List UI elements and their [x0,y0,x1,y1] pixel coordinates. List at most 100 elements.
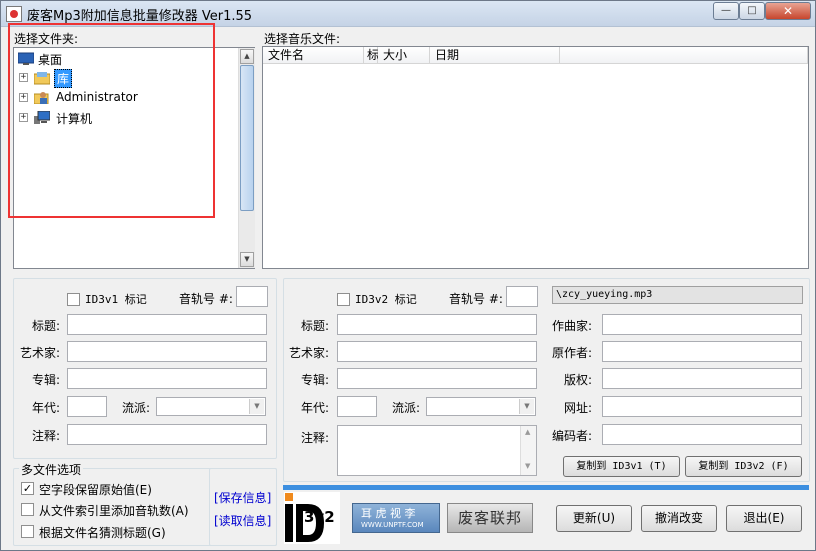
scroll-up-arrow-icon[interactable]: ▲ [525,428,530,436]
brand-logo-1-title: 耳 虎 视 李 [361,507,416,520]
scroll-down-arrow-icon[interactable]: ▼ [240,252,254,267]
id3v1-genre-select[interactable]: ▼ [156,397,266,416]
read-info-link[interactable]: [读取信息] [214,512,271,529]
guess-title-checkbox[interactable] [21,525,34,538]
id3v2-comment-textarea[interactable]: ▲ ▼ [337,425,537,476]
scroll-thumb[interactable] [240,65,254,211]
column-header-filler [560,47,808,64]
scroll-down-arrow-icon[interactable]: ▼ [525,462,530,470]
id3v1-artist-label: 艺术家: [20,346,61,360]
save-info-link[interactable]: [保存信息] [214,489,271,506]
column-header-tag[interactable]: 标 [364,47,379,64]
current-filename-display: \zcy_yueying.mp3 [552,286,803,304]
id3v1-checkbox[interactable] [67,293,80,306]
id3v1-genre-label: 流派: [122,401,151,415]
app-icon [6,6,22,22]
brand-logo-1-url: WWW.UNPTF.COM [361,521,424,529]
id3v2-track-input[interactable] [506,286,538,307]
copyright-label: 版权: [564,373,593,387]
composer-input[interactable] [602,314,802,335]
desktop-icon [18,52,34,65]
music-panel-label: 选择音乐文件: [264,32,341,46]
composer-label: 作曲家: [552,319,593,333]
brand-logo-1: 耳 虎 视 李 WWW.UNPTF.COM [352,503,440,533]
url-label: 网址: [564,401,593,415]
id3v1-album-input[interactable] [67,368,267,389]
keep-original-label: 空字段保留原始值(E) [39,483,152,497]
id3v2-title-input[interactable] [337,314,537,335]
orig-artist-input[interactable] [602,341,802,362]
id3v2-checkbox-label: ID3v2 标记 [355,293,417,306]
id3v2-artist-label: 艺术家: [289,346,330,360]
tree-item-label: Administrator [56,90,138,104]
id3v2-genre-label: 流派: [392,401,421,415]
brand-logo-2: 废客联邦 [447,503,533,533]
column-header-date[interactable]: 日期 [430,47,560,64]
copy-to-id3v1-button[interactable]: 复制到 ID3v1 (T) [563,456,680,477]
id3v1-album-label: 专辑: [32,373,61,387]
expand-icon[interactable]: + [19,73,28,82]
undo-changes-button[interactable]: 撤消改变 [641,505,717,532]
id3v2-logo: 3v2 [284,492,340,544]
computer-icon [34,111,50,124]
copy-to-id3v2-button[interactable]: 复制到 ID3v2 (F) [685,456,802,477]
orig-artist-label: 原作者: [552,346,593,360]
scroll-up-arrow-icon[interactable]: ▲ [240,49,254,64]
expand-icon[interactable]: + [19,93,28,102]
chevron-down-icon[interactable]: ▼ [249,399,264,414]
id3v2-year-label: 年代: [301,401,330,415]
id3v2-album-input[interactable] [337,368,537,389]
guess-title-label: 根据文件名猜测标题(G) [39,526,166,540]
id3v2-album-label: 专辑: [301,373,330,387]
id3v2-comment-label: 注释: [301,431,330,445]
tree-item-label: 桌面 [38,53,63,67]
id3v1-title-input[interactable] [67,314,267,335]
id3v2-genre-select[interactable]: ▼ [426,397,536,416]
comment-scrollbar[interactable]: ▲ ▼ [520,426,536,475]
id3v1-track-input[interactable] [236,286,268,307]
column-header-size[interactable]: 大小 [378,47,430,64]
multi-file-legend: 多文件选项 [19,461,84,478]
id3v1-year-label: 年代: [32,401,61,415]
exit-button[interactable]: 退出(E) [726,505,802,532]
tree-item-label: 库 [54,69,73,88]
encoder-input[interactable] [602,424,802,445]
tree-item-label: 计算机 [56,112,93,126]
id3v1-artist-input[interactable] [67,341,267,362]
close-button[interactable]: ✕ [765,2,811,20]
encoder-label: 编码者: [552,429,593,443]
id3v1-comment-input[interactable] [67,424,267,445]
library-folder-icon [34,72,50,85]
keep-original-checkbox[interactable]: ✓ [21,482,34,495]
column-header-filename[interactable]: 文件名 [263,47,364,64]
id3v2-logo-text: 3v2 [304,508,335,526]
id3v1-year-input[interactable] [67,396,107,417]
id3v2-artist-input[interactable] [337,341,537,362]
minimize-button[interactable]: — [713,2,739,20]
maximize-button[interactable]: □ [739,2,765,20]
url-input[interactable] [602,396,802,417]
accent-bar [283,485,809,490]
window-title: 废客Mp3附加信息批量修改器 Ver1.55 [27,9,253,24]
id3v1-title-label: 标题: [32,319,61,333]
folder-panel-label: 选择文件夹: [14,32,79,46]
add-track-number-label: 从文件索引里添加音轨数(A) [39,504,189,518]
id3v1-checkbox-label: ID3v1 标记 [85,293,147,306]
music-file-list[interactable]: 文件名 标 大小 日期 [262,46,809,269]
folder-tree[interactable]: 桌面 + 库 + Administrator + 计算机 ▲ ▼ [13,47,255,269]
add-track-number-checkbox[interactable] [21,503,34,516]
id3v2-title-label: 标题: [301,319,330,333]
chevron-down-icon[interactable]: ▼ [519,399,534,414]
id3v2-checkbox[interactable] [337,293,350,306]
main-window: 废客Mp3附加信息批量修改器 Ver1.55 — □ ✕ 选择文件夹: 桌面 +… [0,0,816,551]
folder-scrollbar[interactable]: ▲ ▼ [238,48,255,268]
copyright-input[interactable] [602,368,802,389]
info-links-box [209,468,277,546]
user-folder-icon [34,92,49,104]
id3v1-comment-label: 注释: [32,429,61,443]
update-button[interactable]: 更新(U) [556,505,632,532]
id3v2-track-label: 音轨号 #: [449,292,503,306]
expand-icon[interactable]: + [19,113,28,122]
title-bar: 废客Mp3附加信息批量修改器 Ver1.55 — □ ✕ [1,1,815,27]
id3v2-year-input[interactable] [337,396,377,417]
